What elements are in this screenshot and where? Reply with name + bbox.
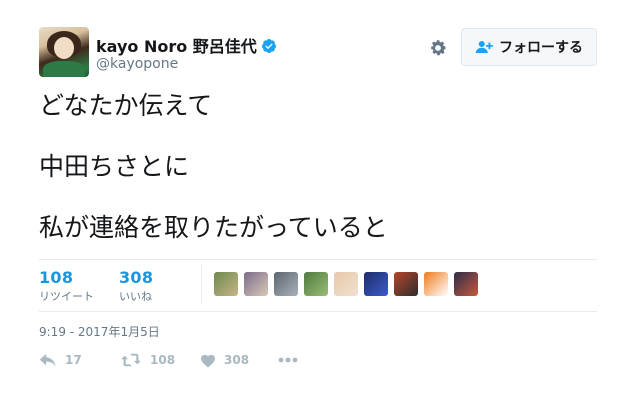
reply-icon xyxy=(39,354,56,367)
like-count: 308 xyxy=(119,268,154,287)
stats-separator xyxy=(201,264,202,304)
tweet-text: どなたか伝えて 中田ちさとに 私が連絡を取りたがっていると xyxy=(39,88,599,245)
retweet-action-count: 108 xyxy=(150,353,176,367)
like-label: いいね xyxy=(119,290,152,303)
tweet-line: 私が連絡を取りたがっていると xyxy=(39,213,388,242)
liker-avatar[interactable] xyxy=(274,272,298,296)
reply-count: 17 xyxy=(65,353,82,367)
more-icon xyxy=(278,357,298,363)
liker-avatar[interactable] xyxy=(454,272,478,296)
like-stat[interactable]: 308 いいね xyxy=(119,268,153,304)
retweet-icon xyxy=(121,353,141,367)
tweet-actions: 17 108 308 xyxy=(39,352,298,368)
user-name-text: kayo Noro 野呂佳代 xyxy=(96,37,257,56)
liker-avatar[interactable] xyxy=(244,272,268,296)
like-action-count: 308 xyxy=(224,353,250,367)
avatar[interactable] xyxy=(39,27,89,77)
tweet-line: どなたか伝えて xyxy=(39,91,213,120)
liker-avatar[interactable] xyxy=(304,272,328,296)
tweet-line: 中田ちさとに xyxy=(39,152,190,181)
add-user-icon xyxy=(475,41,493,53)
gear-icon[interactable] xyxy=(428,38,448,58)
retweet-label: リツイート xyxy=(39,290,94,303)
liker-avatar[interactable] xyxy=(424,272,448,296)
reply-button[interactable]: 17 xyxy=(39,352,120,368)
avatar-shirt xyxy=(43,61,85,77)
liker-avatar[interactable] xyxy=(334,272,358,296)
avatar-face xyxy=(54,37,74,59)
liker-avatar[interactable] xyxy=(394,272,418,296)
divider-bottom xyxy=(39,311,597,312)
follow-button[interactable]: フォローする xyxy=(461,28,597,66)
tweet-timestamp[interactable]: 9:19 - 2017年1月5日 xyxy=(39,323,160,340)
follow-button-label: フォローする xyxy=(499,40,583,56)
tweet-card: kayo Noro 野呂佳代 @kayopone フォローする どなたか伝えて … xyxy=(0,0,633,406)
divider-top xyxy=(39,259,597,260)
liker-avatars xyxy=(214,272,478,296)
liker-avatar[interactable] xyxy=(364,272,388,296)
user-handle[interactable]: @kayopone xyxy=(96,56,178,72)
heart-icon xyxy=(201,354,215,367)
liker-avatar[interactable] xyxy=(214,272,238,296)
retweet-stat[interactable]: 108 リツイート xyxy=(39,268,94,304)
like-button[interactable]: 308 xyxy=(200,353,278,368)
more-button[interactable] xyxy=(278,357,298,363)
verified-badge-icon xyxy=(261,39,276,53)
retweet-button[interactable]: 108 xyxy=(120,352,200,368)
user-name[interactable]: kayo Noro 野呂佳代 xyxy=(96,33,277,57)
retweet-count: 108 xyxy=(39,268,74,287)
